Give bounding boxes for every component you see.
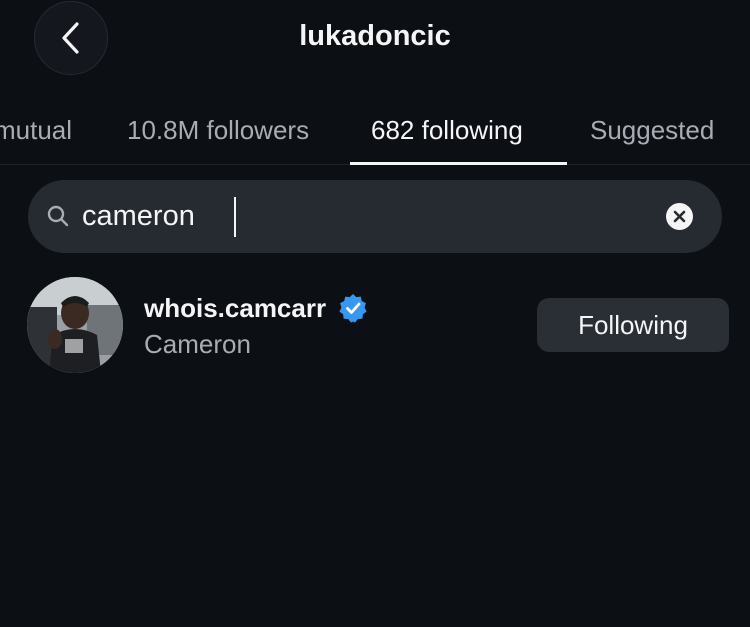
page-title: lukadoncic [299,20,451,52]
following-button[interactable]: Following [537,298,729,352]
following-screen: lukadoncic mutual 10.8M followers 682 fo… [0,0,750,627]
tab-followers[interactable]: 10.8M followers [127,115,309,146]
full-name: Cameron [144,329,251,359]
tab-mutual[interactable]: mutual [0,115,72,146]
username[interactable]: whois.camcarr [144,293,326,324]
verified-badge-icon [339,294,367,323]
tab-suggested[interactable]: Suggested [590,115,714,146]
active-tab-indicator [350,162,567,165]
search-icon [47,205,69,227]
search-input[interactable] [82,194,642,238]
tab-bar: mutual 10.8M followers 682 following Sug… [0,95,750,165]
tab-following[interactable]: 682 following [371,115,523,146]
text-caret [234,197,236,237]
clear-icon [673,210,686,223]
clear-search-button[interactable] [666,203,693,230]
list-item[interactable]: whois.camcarr Cameron Following [0,270,750,380]
search-bar[interactable] [28,180,722,253]
avatar[interactable] [27,277,123,373]
